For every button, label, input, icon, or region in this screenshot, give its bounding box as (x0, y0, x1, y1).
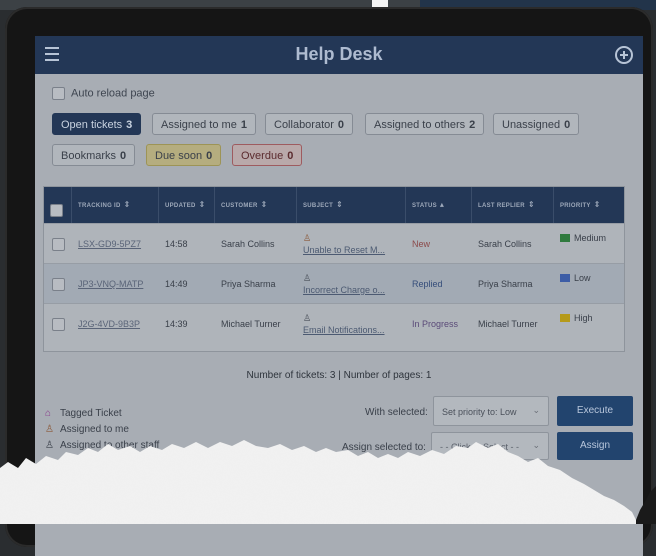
legend-assigned-me: Assigned to me (60, 424, 129, 435)
priority-flag-icon (560, 234, 570, 242)
table-row[interactable]: LSX-GD9-5PZ7 14:58 Sarah Collins ♙ Unabl… (44, 223, 624, 264)
priority-label: High (574, 313, 593, 323)
subject-link[interactable]: Incorrect Charge o... (303, 285, 385, 295)
col-updated[interactable]: UPDATED ⇕ (159, 187, 215, 223)
tickets-table: TRACKING ID ⇕ UPDATED ⇕ CUSTOMER ⇕ SUBJECT ⇕… (43, 186, 625, 352)
row-checkbox[interactable] (52, 238, 65, 252)
legend-assigned-other: Assigned to other staff (60, 440, 160, 451)
tag-icon: ⌂ (45, 408, 52, 419)
col-tracking-id[interactable]: TRACKING ID ⇕ (72, 187, 159, 223)
priority-flag-icon (560, 274, 570, 282)
legend: ⌂ Tagged Ticket ♙ Assigned to me ♙ Assigned… (45, 406, 159, 454)
priority-select[interactable]: Set priority to: Low (433, 395, 549, 426)
subject-link[interactable]: Email Notifications... (303, 325, 385, 335)
with-selected-label: With selected: (365, 407, 428, 418)
plus-circle-icon[interactable] (615, 46, 633, 64)
customer-name: Sarah Collins (221, 239, 275, 249)
customer-name: Priya Sharma (221, 279, 276, 289)
filter-due-soon[interactable]: Due soon 0 (146, 144, 222, 166)
col-subject[interactable]: SUBJECT ⇕ (297, 187, 406, 223)
last-replier: Priya Sharma (478, 279, 533, 289)
app-title: Help Desk (295, 44, 383, 64)
tracking-id-link[interactable]: J2G-4VD-9B3P (78, 319, 140, 329)
assigned-to-other-icon: ♙ (303, 313, 312, 323)
assigned-to-other-icon: ♙ (45, 440, 54, 451)
select-all-checkbox[interactable] (50, 203, 63, 217)
assigned-to-me-icon: ♙ (303, 233, 312, 243)
legend-tagged: Tagged Ticket (60, 408, 122, 419)
filter-open-tickets[interactable]: Open tickets 3 (52, 113, 142, 135)
last-replier: Michael Turner (478, 319, 538, 329)
auto-reload-toggle[interactable]: Auto reload page (52, 87, 155, 100)
status-badge: In Progress (412, 319, 459, 329)
table-header: TRACKING ID ⇕ UPDATED ⇕ CUSTOMER ⇕ SUBJECT ⇕… (44, 187, 624, 223)
auto-reload-label: Auto reload page (71, 87, 155, 100)
filter-overdue[interactable]: Overdue 0 (232, 144, 303, 166)
col-status[interactable]: STATUS ▴ (406, 187, 472, 223)
updated-time: 14:58 (165, 239, 188, 249)
tracking-id-link[interactable]: JP3-VNQ-MATP (78, 279, 143, 289)
assigned-to-other-icon: ♙ (303, 273, 312, 283)
status-badge: Replied (412, 279, 443, 289)
subject-link[interactable]: Unable to Reset M... (303, 245, 385, 255)
priority-label: Medium (574, 233, 607, 243)
updated-time: 14:49 (165, 279, 188, 289)
tracking-id-link[interactable]: LSX-GD9-5PZ7 (78, 239, 141, 249)
assigned-to-me-icon: ♙ (45, 424, 54, 435)
updated-time: 14:39 (165, 319, 188, 329)
assign-staff-select[interactable]: - - Click to Select - - (431, 431, 549, 460)
filter-bookmarks[interactable]: Bookmarks 0 (52, 144, 136, 166)
row-checkbox[interactable] (52, 278, 65, 292)
filter-unassigned[interactable]: Unassigned 0 (493, 113, 580, 135)
col-customer[interactable]: CUSTOMER ⇕ (215, 187, 297, 223)
helpdesk-screen: Help Desk Auto reload page Open tickets 3… (35, 36, 643, 556)
filter-assigned-to-me[interactable]: Assigned to me 1 (152, 113, 256, 135)
app-header: Help Desk (35, 36, 643, 74)
col-last-replier[interactable]: LAST REPLIER ⇕ (472, 187, 554, 223)
ticket-summary: Number of tickets: 3 | Number of pages: … (246, 370, 432, 381)
assign-selected-label: Assign selected to: (342, 442, 426, 453)
tablet-frame: Help Desk Auto reload page Open tickets 3… (5, 7, 653, 556)
select-all-header[interactable] (44, 187, 72, 223)
filter-assigned-to-others[interactable]: Assigned to others 2 (365, 113, 485, 135)
execute-button[interactable]: Execute (557, 396, 633, 426)
filter-collaborator[interactable]: Collaborator 0 (265, 113, 354, 135)
row-checkbox[interactable] (52, 318, 65, 332)
assign-button[interactable]: Assign (557, 432, 633, 460)
customer-name: Michael Turner (221, 319, 281, 329)
last-replier: Sarah Collins (478, 239, 532, 249)
status-badge: New (412, 239, 431, 249)
table-row[interactable]: J2G-4VD-9B3P 14:39 Michael Turner ♙ Emai… (44, 303, 624, 344)
table-row[interactable]: JP3-VNQ-MATP 14:49 Priya Sharma ♙ Incorr… (44, 263, 624, 304)
priority-flag-icon (560, 314, 570, 322)
auto-reload-checkbox[interactable] (52, 87, 65, 100)
priority-label: Low (574, 273, 591, 283)
col-priority[interactable]: PRIORITY ⇕ (554, 187, 624, 223)
